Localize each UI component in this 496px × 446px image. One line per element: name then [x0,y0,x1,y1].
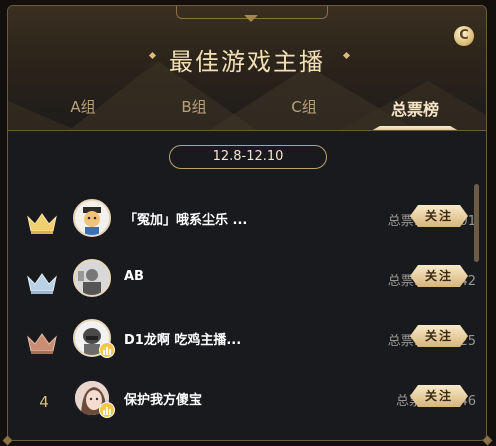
live-bars-icon [103,347,111,355]
ranking-row: AB 总票: 152,242 关注 [8,259,476,319]
tab-group-c[interactable]: C组 [264,96,344,117]
crown-gold-icon [27,213,57,234]
corner-decoration [482,435,493,446]
rank-number: 4 [39,393,49,411]
tab-total-votes[interactable]: 总票榜 [375,96,455,120]
group-tabs: A组 B组 C组 总票榜 [8,88,486,128]
scrollbar-thumb[interactable] [474,184,479,262]
avatar-cartoon-icon [75,201,109,235]
header-divider [8,130,486,131]
page-title: 最佳游戏主播 [169,48,325,76]
ranking-row: 4 保护我方傻宝 总票: 80,946 [8,379,476,439]
live-indicator-icon [99,402,115,418]
avatar[interactable] [73,199,111,237]
coin-icon[interactable]: C [454,26,474,46]
avatar[interactable] [73,259,111,297]
header-arrow-icon [244,15,258,22]
tab-group-b[interactable]: B组 [154,96,234,117]
follow-button[interactable]: 关注 [410,325,468,347]
ranking-row: D1龙啊 吃鸡主播... 总票: 138,625 关注 [8,319,476,379]
best-streamer-panel: 最佳游戏主播 C A组 B组 C组 总票榜 12.8-12.10 「冤加」哦系尘… [7,5,487,441]
streamer-name[interactable]: D1龙啊 吃鸡主播... [124,329,241,348]
follow-button[interactable]: 关注 [410,205,468,227]
follow-button[interactable]: 关注 [410,385,468,407]
panel-header: 最佳游戏主播 C A组 B组 C组 总票榜 [8,6,486,131]
follow-button[interactable]: 关注 [410,265,468,287]
live-bars-icon [103,407,111,415]
crown-bronze-icon [27,333,57,354]
date-range: 12.8-12.10 [169,145,327,169]
live-indicator-icon [99,342,115,358]
tab-group-a[interactable]: A组 [43,96,123,117]
streamer-name[interactable]: AB [124,269,144,284]
streamer-name[interactable]: 「冤加」哦系尘乐 ... [124,209,247,228]
ranking-row: 「冤加」哦系尘乐 ... 总票: 293,301 关注 [8,199,476,259]
crown-silver-icon [27,273,57,294]
streamer-name[interactable]: 保护我方傻宝 [124,389,202,408]
avatar-photo-icon [75,261,109,295]
